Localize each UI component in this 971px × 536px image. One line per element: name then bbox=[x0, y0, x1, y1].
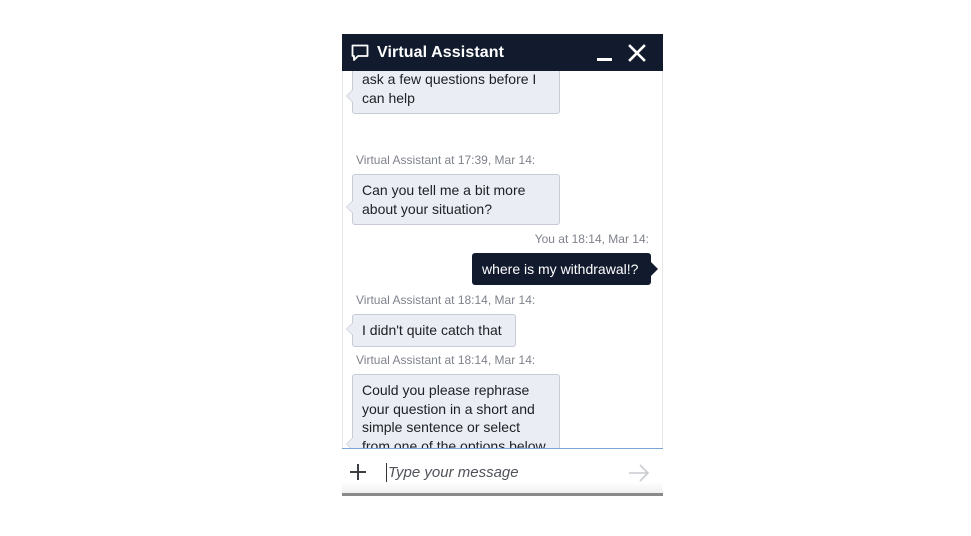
message-list[interactable]: ask a few questions before I can help Vi… bbox=[343, 71, 663, 448]
text-cursor bbox=[386, 463, 387, 482]
send-button[interactable] bbox=[628, 462, 650, 484]
user-message: where is my withdrawal!? bbox=[472, 253, 658, 285]
message-input[interactable] bbox=[388, 461, 608, 483]
add-attachment-button[interactable] bbox=[349, 463, 367, 481]
minimize-icon bbox=[597, 58, 612, 61]
bottom-divider bbox=[342, 493, 663, 496]
assistant-message: ask a few questions before I can help bbox=[346, 71, 560, 114]
minimize-button[interactable] bbox=[594, 43, 616, 65]
message-timestamp: Virtual Assistant at 18:14, Mar 14: bbox=[356, 353, 536, 367]
chat-bubble-icon bbox=[350, 43, 370, 63]
message-text: ask a few questions before I can help bbox=[362, 71, 537, 106]
assistant-message: I didn't quite catch that bbox=[346, 314, 516, 347]
chat-widget: Virtual Assistant ask a few questions be… bbox=[342, 34, 663, 496]
message-text: I didn't quite catch that bbox=[362, 322, 502, 338]
message-text: Can you tell me a bit more about your si… bbox=[362, 182, 526, 217]
assistant-message: Could you please rephrase your question … bbox=[346, 374, 560, 448]
message-text: Could you please rephrase your question … bbox=[362, 382, 546, 448]
arrow-right-icon bbox=[629, 464, 650, 482]
assistant-message: Can you tell me a bit more about your si… bbox=[346, 174, 560, 225]
close-button[interactable] bbox=[626, 42, 648, 64]
chat-title: Virtual Assistant bbox=[377, 43, 505, 61]
plus-icon bbox=[350, 464, 366, 480]
message-composer bbox=[342, 448, 663, 496]
message-timestamp: You at 18:14, Mar 14: bbox=[534, 232, 649, 246]
chat-header: Virtual Assistant bbox=[342, 34, 663, 71]
message-timestamp: Virtual Assistant at 17:39, Mar 14: bbox=[356, 153, 536, 167]
message-text: where is my withdrawal!? bbox=[482, 261, 639, 277]
message-timestamp: Virtual Assistant at 18:14, Mar 14: bbox=[356, 293, 536, 307]
close-icon bbox=[628, 44, 646, 62]
